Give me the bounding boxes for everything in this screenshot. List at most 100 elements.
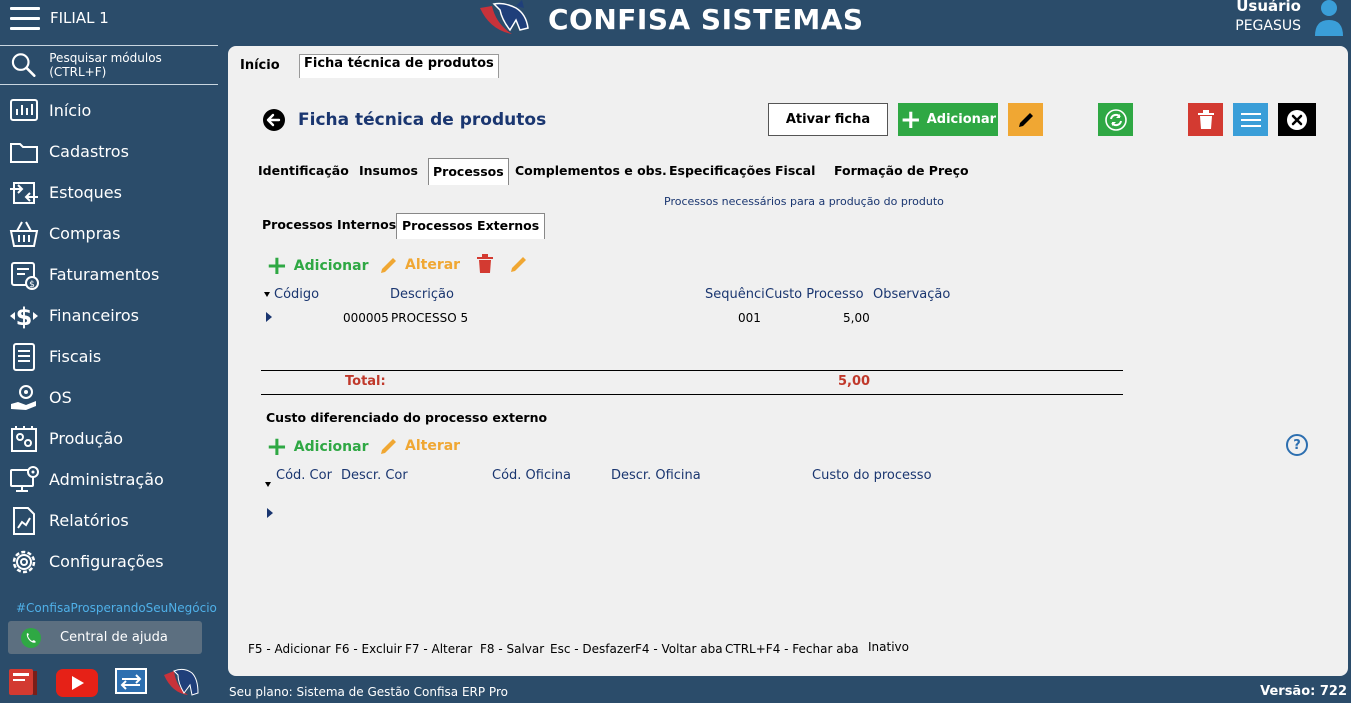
col-header-descr-cor[interactable]: Descr. Cor	[341, 468, 408, 483]
total-bottom-divider	[261, 394, 1123, 395]
back-arrow-icon[interactable]	[262, 108, 286, 132]
section-hint: Processos necessários para a produção do…	[664, 195, 944, 208]
shortcut-f4: F4 - Voltar aba	[635, 642, 723, 656]
tab-ficha-tecnica[interactable]: Ficha técnica de produtos	[299, 54, 499, 78]
shortcut-f5: F5 - Adicionar	[248, 642, 331, 656]
col-header-cod-cor[interactable]: Cód. Cor	[276, 468, 332, 483]
branch-label: FILIAL 1	[50, 9, 109, 27]
grid-add-button[interactable]: + Adicionar	[266, 253, 369, 279]
sidebar-item-faturamentos[interactable]: $ Faturamentos	[0, 254, 218, 295]
sidebar: Pesquisar módulos (CTRL+F) Início Cadast…	[0, 45, 218, 703]
cell-custo[interactable]: 5,00	[843, 311, 870, 325]
tab-especificacoes[interactable]: Especificações	[669, 163, 771, 178]
sidebar-item-inicio[interactable]: Início	[0, 90, 218, 131]
sidebar-item-compras[interactable]: Compras	[0, 213, 218, 254]
delete-button[interactable]	[1188, 103, 1223, 136]
folder-icon	[10, 142, 38, 163]
tab-formacao-preco[interactable]: Formação de Preço	[834, 163, 969, 178]
sidebar-item-label: Compras	[49, 224, 121, 243]
pencil-icon[interactable]	[509, 254, 529, 274]
edit-button[interactable]	[1008, 103, 1043, 136]
tab-fiscal[interactable]: Fiscal	[775, 163, 815, 178]
pegasus-logo-icon[interactable]	[162, 665, 199, 699]
book-icon[interactable]	[6, 665, 40, 699]
cell-sequencia[interactable]: 001	[738, 311, 761, 325]
top-bar: FILIAL 1 CONFISA SISTEMAS Usuário PEGASU…	[0, 0, 1351, 40]
cell-descricao[interactable]: PROCESSO 5	[391, 311, 468, 325]
row-indicator-icon	[267, 508, 273, 518]
version-info: Versão: 722	[1260, 684, 1347, 699]
sidebar-item-label: Produção	[49, 429, 124, 448]
user-avatar-icon[interactable]	[1313, 0, 1345, 38]
col-header-codigo[interactable]: Código	[274, 287, 319, 302]
search-icon	[11, 53, 36, 77]
remote-access-icon[interactable]	[114, 665, 148, 699]
list-icon	[1240, 112, 1261, 127]
tab-processos[interactable]: Processos	[428, 158, 509, 185]
sidebar-item-label: Faturamentos	[49, 265, 160, 284]
cost-edit-button[interactable]: Alterar	[379, 436, 460, 456]
grid-edit-button[interactable]: Alterar	[379, 255, 460, 275]
sidebar-item-cadastros[interactable]: Cadastros	[0, 131, 218, 172]
user-label: Usuário	[1236, 0, 1301, 15]
activate-sheet-button[interactable]: Ativar ficha	[768, 103, 888, 136]
tab-inicio[interactable]: Início	[240, 58, 280, 73]
refresh-button[interactable]	[1098, 103, 1133, 136]
cost-edit-label: Alterar	[405, 438, 461, 454]
col-header-cod-oficina[interactable]: Cód. Oficina	[492, 468, 571, 483]
tab-identificacao[interactable]: Identificação	[258, 163, 349, 178]
col-header-descr-oficina[interactable]: Descr. Oficina	[611, 468, 701, 483]
grid-add-label: Adicionar	[293, 258, 369, 274]
tab-processos-externos[interactable]: Processos Externos	[396, 213, 546, 239]
sidebar-item-fiscais[interactable]: Fiscais	[0, 336, 218, 377]
total-label: Total:	[345, 374, 386, 389]
sidebar-item-financeiros[interactable]: $ Financeiros	[0, 295, 218, 336]
module-search[interactable]: Pesquisar módulos (CTRL+F)	[0, 45, 218, 85]
sidebar-item-configuracoes[interactable]: Configurações	[0, 541, 218, 582]
external-cost-section-title: Custo diferenciado do processo externo	[266, 410, 548, 425]
tab-complementos[interactable]: Complementos e obs.	[515, 163, 667, 178]
close-button[interactable]	[1278, 103, 1316, 136]
main-panel: Início Ficha técnica de produtos Ficha t…	[228, 46, 1348, 676]
document-tabs: Início Ficha técnica de produtos	[228, 46, 1348, 78]
add-button[interactable]: + Adicionar	[898, 103, 998, 136]
whatsapp-icon	[21, 627, 41, 648]
report-icon	[13, 506, 35, 535]
sidebar-item-os[interactable]: OS	[0, 377, 218, 418]
cost-add-label: Adicionar	[293, 439, 369, 455]
col-header-observacao[interactable]: Observação	[873, 287, 950, 302]
help-center-label: Central de ajuda	[60, 630, 168, 645]
document-list-icon	[13, 342, 35, 371]
user-name: PEGASUS	[1235, 18, 1301, 34]
menu-list-button[interactable]	[1233, 103, 1268, 136]
col-header-custo-processo[interactable]: Custo Processo	[765, 287, 864, 302]
hamburger-menu-icon[interactable]	[10, 7, 40, 31]
hashtag-slogan[interactable]: #ConfisaProsperandoSeuNegócio	[16, 601, 217, 615]
tab-processos-internos[interactable]: Processos Internos	[262, 217, 396, 232]
shortcut-f6: F6 - Excluir	[335, 642, 402, 656]
help-question-icon[interactable]: ?	[1286, 434, 1308, 456]
trash-icon[interactable]	[476, 254, 494, 274]
row-indicator-icon	[266, 312, 272, 322]
svg-text:$: $	[29, 280, 35, 290]
trash-icon	[1197, 109, 1214, 129]
refresh-icon	[1104, 108, 1127, 131]
shortcut-f7: F7 - Alterar	[405, 642, 473, 656]
pencil-icon	[1018, 112, 1033, 127]
user-info[interactable]: Usuário PEGASUS	[1235, 0, 1301, 34]
tab-insumos[interactable]: Insumos	[359, 163, 418, 178]
sidebar-item-estoques[interactable]: Estoques	[0, 172, 218, 213]
cell-codigo[interactable]: 000005	[343, 311, 389, 325]
sidebar-item-producao[interactable]: Produção	[0, 418, 218, 459]
invoice-icon: $	[11, 261, 39, 290]
brand-logo: CONFISA SISTEMAS	[476, 0, 864, 38]
help-center-button[interactable]: Central de ajuda	[8, 621, 202, 654]
col-header-sequencia[interactable]: Sequênci	[705, 287, 765, 302]
col-header-custo-processo-ext[interactable]: Custo do processo	[812, 468, 932, 483]
sidebar-item-administracao[interactable]: Administração	[0, 459, 218, 500]
sidebar-item-relatorios[interactable]: Relatórios	[0, 500, 218, 541]
col-header-descricao[interactable]: Descrição	[390, 287, 454, 302]
cost-add-button[interactable]: + Adicionar	[266, 434, 369, 460]
youtube-icon[interactable]	[54, 665, 98, 699]
transfer-icon	[10, 181, 38, 204]
